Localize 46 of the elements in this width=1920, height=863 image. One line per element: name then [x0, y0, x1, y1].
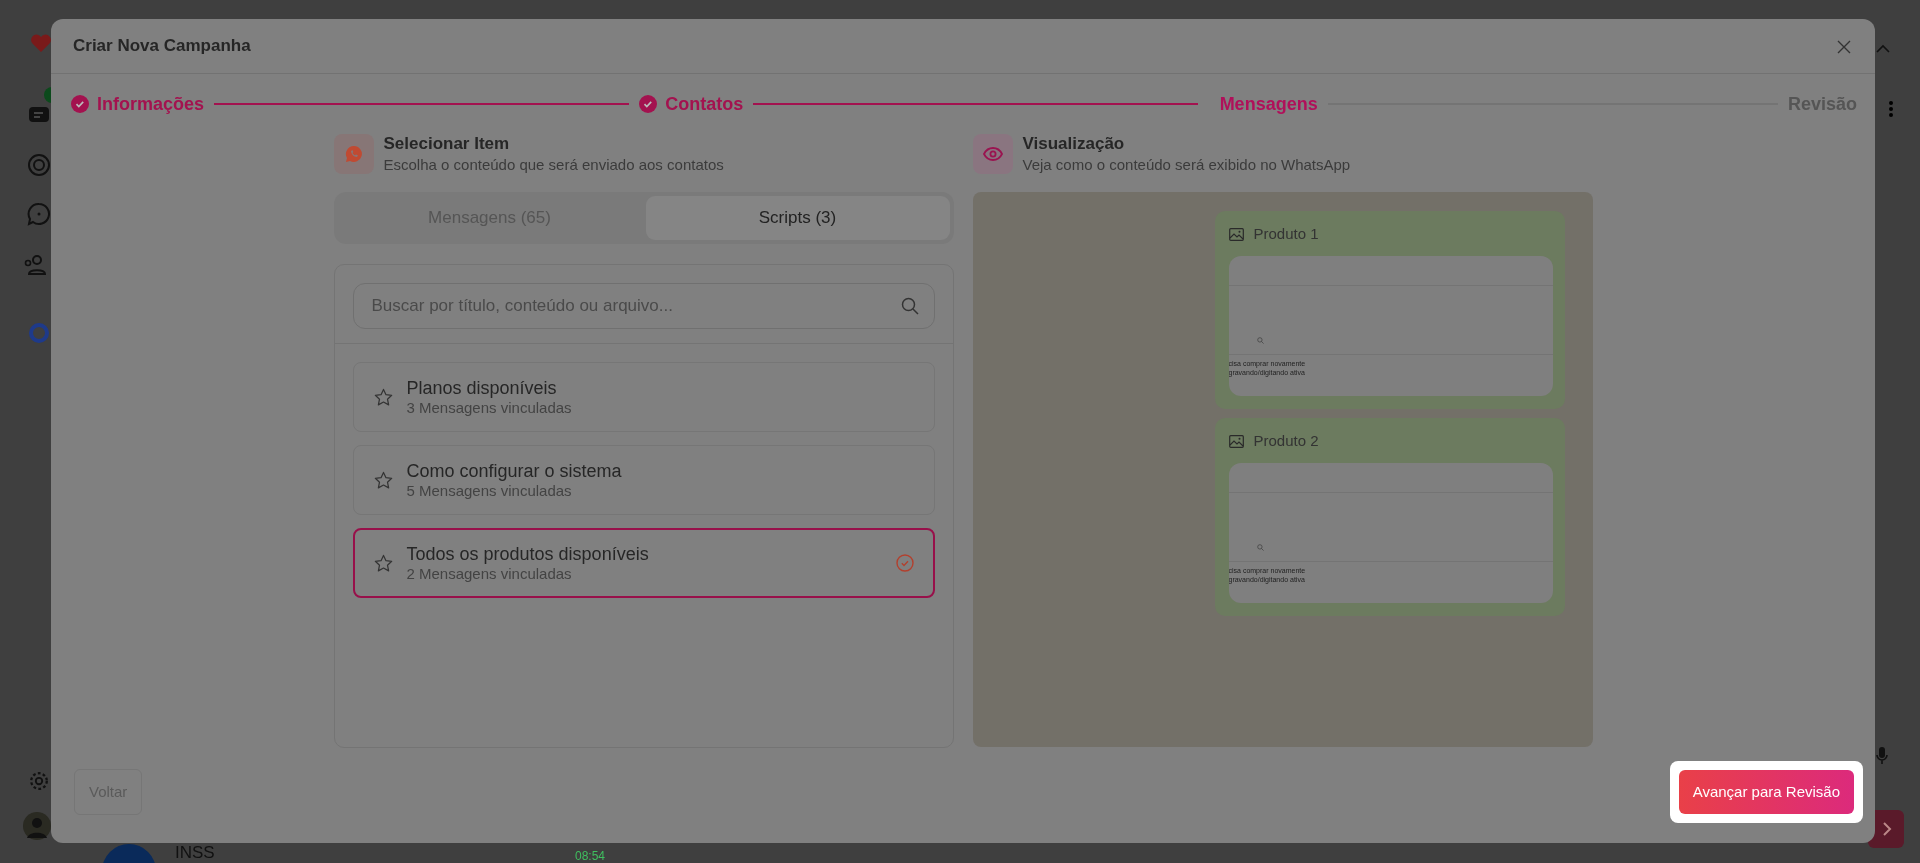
step-label[interactable]: Informações — [97, 90, 205, 118]
broadcast-chat-icon[interactable] — [27, 201, 51, 226]
search-icon — [900, 297, 919, 315]
script-count: 3 Mensagens vinculadas — [406, 398, 573, 417]
search-icon — [1256, 544, 1264, 551]
logo-icon — [30, 32, 52, 53]
section-title: Visualização — [1022, 134, 1126, 154]
check-circle-icon — [639, 95, 658, 113]
avatar-icon — [102, 844, 156, 863]
search-icon — [1256, 337, 1264, 344]
image-caption: Produto 2 — [1253, 430, 1319, 451]
avatar-icon — [23, 812, 51, 840]
section-subtitle: Escolha o conteúdo que será enviado aos contatos — [383, 155, 724, 175]
script-title: Todos os produtos disponíveis — [406, 543, 650, 564]
section-title: Selecionar Item — [383, 134, 511, 154]
image-caption: Produto 1 — [1253, 223, 1319, 244]
next-button[interactable]: Avançar para Revisão — [1678, 770, 1854, 814]
more-icon[interactable] — [1889, 100, 1893, 117]
whatsapp-icon — [344, 145, 363, 163]
eye-icon — [982, 147, 1003, 161]
script-title: Como configurar o sistema — [406, 460, 623, 481]
script-count: 2 Mensagens vinculadas — [406, 564, 573, 583]
check-circle-icon — [71, 95, 89, 113]
script-item[interactable]: Planos disponíveis 3 Mensagens vinculadas — [352, 362, 935, 432]
star-icon — [373, 387, 393, 407]
settings-icon[interactable] — [28, 769, 50, 792]
check-circle-icon — [895, 554, 914, 572]
script-item[interactable]: Como configurar o sistema 5 Mensagens vinculadas — [352, 445, 935, 515]
radar-icon[interactable] — [27, 152, 51, 177]
image-icon — [1228, 434, 1244, 448]
script-item[interactable]: Todos os produtos disponíveis 2 Mensagens vinculadas — [352, 528, 935, 598]
section-subtitle: Veja como o conteúdo será exibido no WhatsApp — [1022, 155, 1351, 175]
step-label[interactable]: Contatos — [665, 90, 744, 118]
microphone-icon[interactable] — [1876, 745, 1888, 766]
message-time: 08:54 — [575, 850, 606, 863]
chevron-up-icon[interactable] — [1876, 43, 1890, 54]
close-icon — [1837, 39, 1851, 54]
ring-icon[interactable] — [28, 321, 50, 344]
star-icon — [373, 553, 393, 573]
star-icon — [373, 470, 393, 490]
script-title: Planos disponíveis — [406, 377, 558, 398]
tab[interactable]: Scripts (3) — [645, 196, 950, 240]
image-icon — [1228, 227, 1244, 241]
step-label[interactable]: Mensagens — [1219, 90, 1318, 118]
script-count: 5 Mensagens vinculadas — [406, 481, 573, 500]
modal-title: Criar Nova Campanha — [73, 35, 251, 58]
